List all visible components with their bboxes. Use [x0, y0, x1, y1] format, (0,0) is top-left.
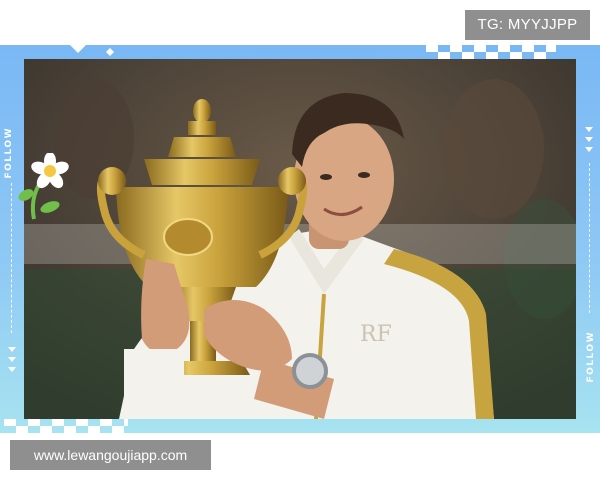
- wristwatch: [292, 353, 328, 389]
- rf-chest-logo: RF: [360, 322, 392, 347]
- left-sleeve: [124, 349, 184, 419]
- blurred-spectator: [444, 79, 544, 219]
- right-arrows-icon: [585, 127, 593, 152]
- tg-watermark-label: TG: MYYJJPP: [477, 16, 578, 33]
- right-eye: [358, 172, 370, 178]
- left-arrows-icon: [8, 347, 16, 372]
- daisy-flower-icon: [18, 153, 69, 220]
- right-follow-label: FOLLOW: [586, 331, 596, 383]
- left-dashed-line: [11, 183, 12, 333]
- left-small-diamond-icon: [106, 48, 114, 56]
- website-url-label: www.lewangoujiapp.com: [33, 447, 188, 463]
- trophy-celebration-photo: RF: [24, 59, 576, 419]
- left-eye: [320, 174, 332, 180]
- photo-frame: FOLLOW FOLLOW RF: [0, 45, 600, 433]
- top-checker-pattern: [426, 45, 556, 59]
- left-diamond-icon: [70, 45, 86, 53]
- website-url-badge: www.lewangoujiapp.com: [10, 440, 211, 470]
- photo-illustration: RF: [24, 59, 576, 419]
- tg-watermark-badge: TG: MYYJJPP: [465, 10, 590, 40]
- bottom-checker-pattern: [4, 419, 128, 433]
- right-dashed-line: [589, 163, 590, 313]
- left-follow-label: FOLLOW: [4, 127, 14, 179]
